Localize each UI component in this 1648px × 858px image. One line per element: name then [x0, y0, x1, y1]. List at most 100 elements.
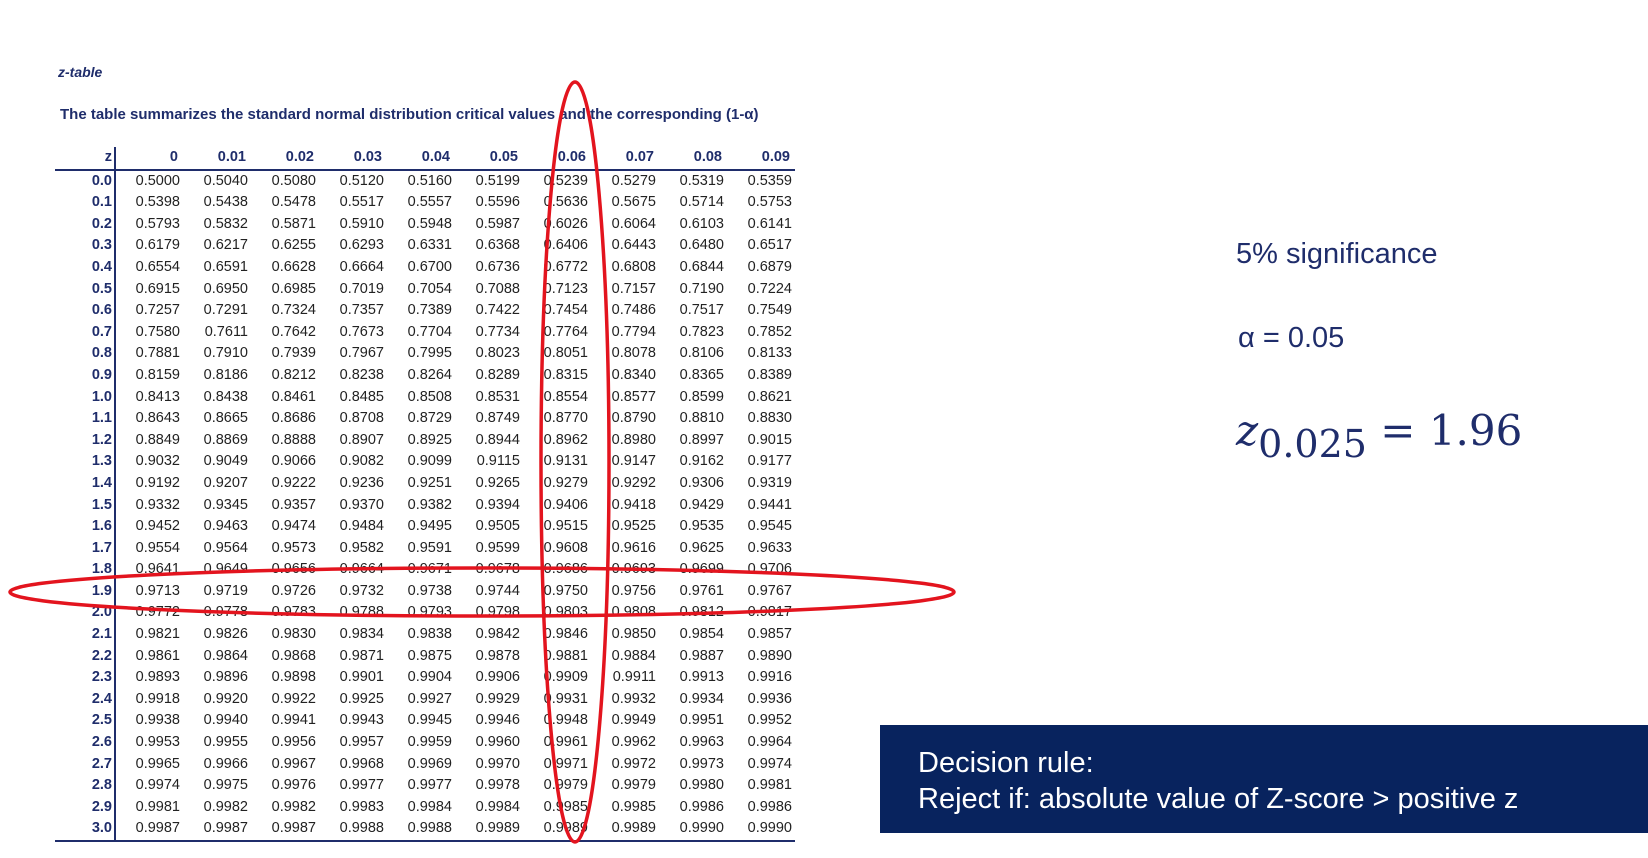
probability-cell: 0.9726 [271, 582, 316, 599]
row-z-label: 1.6 [55, 516, 116, 538]
table-row: 0.1 0.5398 0.5438 0.5478 0.5517 0.5557 0.5596 0… [55, 192, 795, 214]
probability-cell: 0.9591 [407, 539, 452, 556]
alpha-label: α = 0.05 [1238, 322, 1345, 354]
probability-cell: 0.9115 [476, 453, 520, 470]
probability-cell: 0.9649 [203, 561, 248, 578]
probability-cell: 0.8790 [611, 410, 656, 427]
probability-cell: 0.9959 [407, 734, 452, 751]
probability-cell: 0.6879 [747, 258, 792, 275]
probability-cell: 0.6026 [543, 215, 588, 232]
probability-cell: 0.9418 [611, 496, 656, 513]
probability-cell: 0.7357 [339, 302, 384, 319]
probability-cell: 0.9251 [407, 474, 452, 491]
probability-cell: 0.7642 [271, 323, 316, 340]
probability-cell: 0.9953 [135, 734, 180, 751]
probability-cell: 0.7389 [407, 302, 452, 319]
row-z-label: 2.1 [55, 624, 116, 646]
probability-cell: 0.9878 [475, 647, 520, 664]
row-z-label: 2.5 [55, 710, 116, 733]
probability-cell: 0.9177 [747, 453, 792, 470]
probability-cell: 0.9854 [679, 626, 724, 643]
row-z-label: 2.9 [55, 796, 116, 819]
row-z-label: 1.7 [55, 537, 116, 560]
probability-cell: 0.8830 [747, 410, 792, 427]
probability-cell: 0.7019 [339, 280, 384, 297]
probability-cell: 0.6480 [679, 237, 724, 254]
row-z-label: 2.0 [55, 602, 116, 625]
probability-cell: 0.6808 [611, 258, 656, 275]
row-z-label: 1.3 [55, 451, 116, 473]
probability-cell: 0.6915 [135, 280, 180, 297]
probability-cell: 0.9678 [475, 561, 520, 578]
probability-cell: 0.9952 [747, 712, 792, 729]
probability-cell: 0.9032 [135, 453, 180, 470]
probability-cell: 0.6591 [203, 258, 248, 275]
probability-cell: 0.9945 [407, 712, 452, 729]
probability-cell: 0.8289 [475, 366, 520, 383]
probability-cell: 0.7611 [204, 323, 248, 340]
probability-cell: 0.9881 [543, 647, 588, 664]
probability-cell: 0.9929 [475, 690, 520, 707]
table-row: 1.5 0.9332 0.9345 0.9357 0.9370 0.9382 0.9394 0… [55, 494, 795, 517]
probability-cell: 0.6844 [679, 258, 724, 275]
probability-cell: 0.5120 [339, 172, 384, 189]
probability-cell: 0.7517 [679, 302, 724, 319]
probability-cell: 0.9965 [135, 755, 180, 772]
row-z-label: 0.3 [55, 235, 116, 257]
probability-cell: 0.5279 [611, 172, 656, 189]
probability-cell: 0.9922 [271, 690, 316, 707]
probability-cell: 0.9989 [523, 818, 591, 842]
probability-cell: 0.9938 [135, 712, 180, 729]
probability-cell: 0.9394 [475, 496, 520, 513]
probability-cell: 0.9616 [611, 539, 656, 556]
table-row: 3.0 0.9987 0.9987 0.9987 0.9988 0.9988 0.9989 0… [55, 818, 795, 842]
table-row: 0.3 0.6179 0.6217 0.6255 0.6293 0.6331 0.6368 0… [55, 235, 795, 257]
probability-cell: 0.9976 [271, 777, 316, 794]
probability-cell: 0.9909 [543, 669, 588, 686]
table-row: 2.0 0.9772 0.9778 0.9783 0.9788 0.9793 0.9798 0… [55, 602, 795, 625]
probability-cell: 0.5080 [271, 172, 316, 189]
probability-cell: 0.9982 [203, 798, 248, 815]
row-z-label: 1.9 [55, 580, 116, 603]
probability-cell: 0.8749 [475, 410, 520, 427]
probability-cell: 0.6255 [271, 237, 316, 254]
probability-cell: 0.9803 [543, 604, 588, 621]
probability-cell: 0.9554 [135, 539, 180, 556]
probability-cell: 0.8461 [271, 388, 316, 405]
probability-cell: 0.8770 [543, 410, 588, 427]
header-col: 0.05 [455, 147, 523, 171]
probability-cell: 0.7291 [203, 302, 248, 319]
probability-cell: 0.9484 [339, 518, 384, 535]
probability-cell: 0.6406 [543, 237, 588, 254]
probability-cell: 0.9884 [611, 647, 656, 664]
probability-cell: 0.9901 [339, 669, 384, 686]
row-z-label: 3.0 [55, 818, 116, 842]
probability-cell: 0.9970 [475, 755, 520, 772]
probability-cell: 0.9082 [339, 453, 384, 470]
probability-cell: 0.9946 [475, 712, 520, 729]
probability-cell: 0.9940 [203, 712, 248, 729]
table-row: 1.6 0.9452 0.9463 0.9474 0.9484 0.9495 0.9505 0… [55, 516, 795, 538]
probability-cell: 0.9887 [679, 647, 724, 664]
probability-cell: 0.9979 [543, 777, 588, 794]
probability-cell: 0.9984 [407, 798, 452, 815]
probability-cell: 0.9793 [407, 604, 452, 621]
probability-cell: 0.9625 [679, 539, 724, 556]
probability-cell: 0.7852 [747, 323, 792, 340]
probability-cell: 0.5753 [747, 194, 792, 211]
probability-cell: 0.7764 [543, 323, 588, 340]
probability-cell: 0.9686 [543, 561, 588, 578]
probability-cell: 0.7794 [611, 323, 656, 340]
probability-cell: 0.9236 [339, 474, 384, 491]
probability-cell: 0.7123 [543, 280, 588, 297]
probability-cell: 0.9495 [407, 518, 452, 535]
row-z-label: 0.7 [55, 321, 116, 344]
probability-cell: 0.9066 [271, 453, 316, 470]
probability-cell: 0.6664 [339, 258, 384, 275]
probability-cell: 0.9986 [679, 798, 724, 815]
probability-cell: 0.6950 [203, 280, 248, 297]
probability-cell: 0.9986 [747, 798, 792, 815]
probability-cell: 0.9934 [679, 690, 724, 707]
probability-cell: 0.7454 [543, 302, 588, 319]
probability-cell: 0.9131 [543, 453, 588, 470]
